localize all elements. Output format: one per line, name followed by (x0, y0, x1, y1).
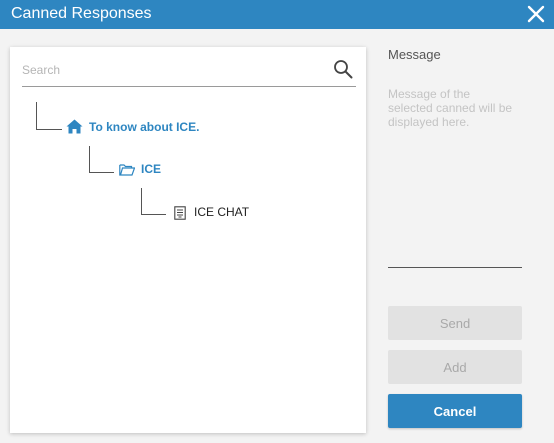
search-input[interactable] (22, 57, 322, 83)
dialog-titlebar: Canned Responses (0, 0, 554, 29)
tree-panel (10, 47, 366, 433)
dialog-title: Canned Responses (11, 5, 152, 22)
tree-connector (36, 102, 37, 130)
tree-node-folder[interactable]: ICE (141, 162, 161, 176)
tree-connector (36, 129, 62, 130)
tree-connector (89, 146, 90, 173)
tree-connector (89, 172, 114, 173)
close-icon[interactable] (525, 3, 547, 25)
message-label: Message (388, 47, 441, 62)
add-button[interactable]: Add (388, 350, 522, 384)
message-underline (388, 267, 522, 268)
tree-connector (141, 188, 142, 215)
tree-node-item[interactable]: ICE CHAT (194, 205, 249, 219)
tree-node-root[interactable]: To know about ICE. (89, 120, 199, 134)
search-underline (22, 86, 356, 87)
document-icon (174, 206, 186, 220)
search-icon[interactable] (332, 58, 354, 80)
message-placeholder: Message of the selected canned will be d… (388, 87, 513, 129)
send-button[interactable]: Send (388, 306, 522, 340)
home-icon (66, 119, 83, 134)
cancel-button[interactable]: Cancel (388, 394, 522, 428)
folder-open-icon (119, 164, 135, 176)
tree-connector (141, 214, 166, 215)
